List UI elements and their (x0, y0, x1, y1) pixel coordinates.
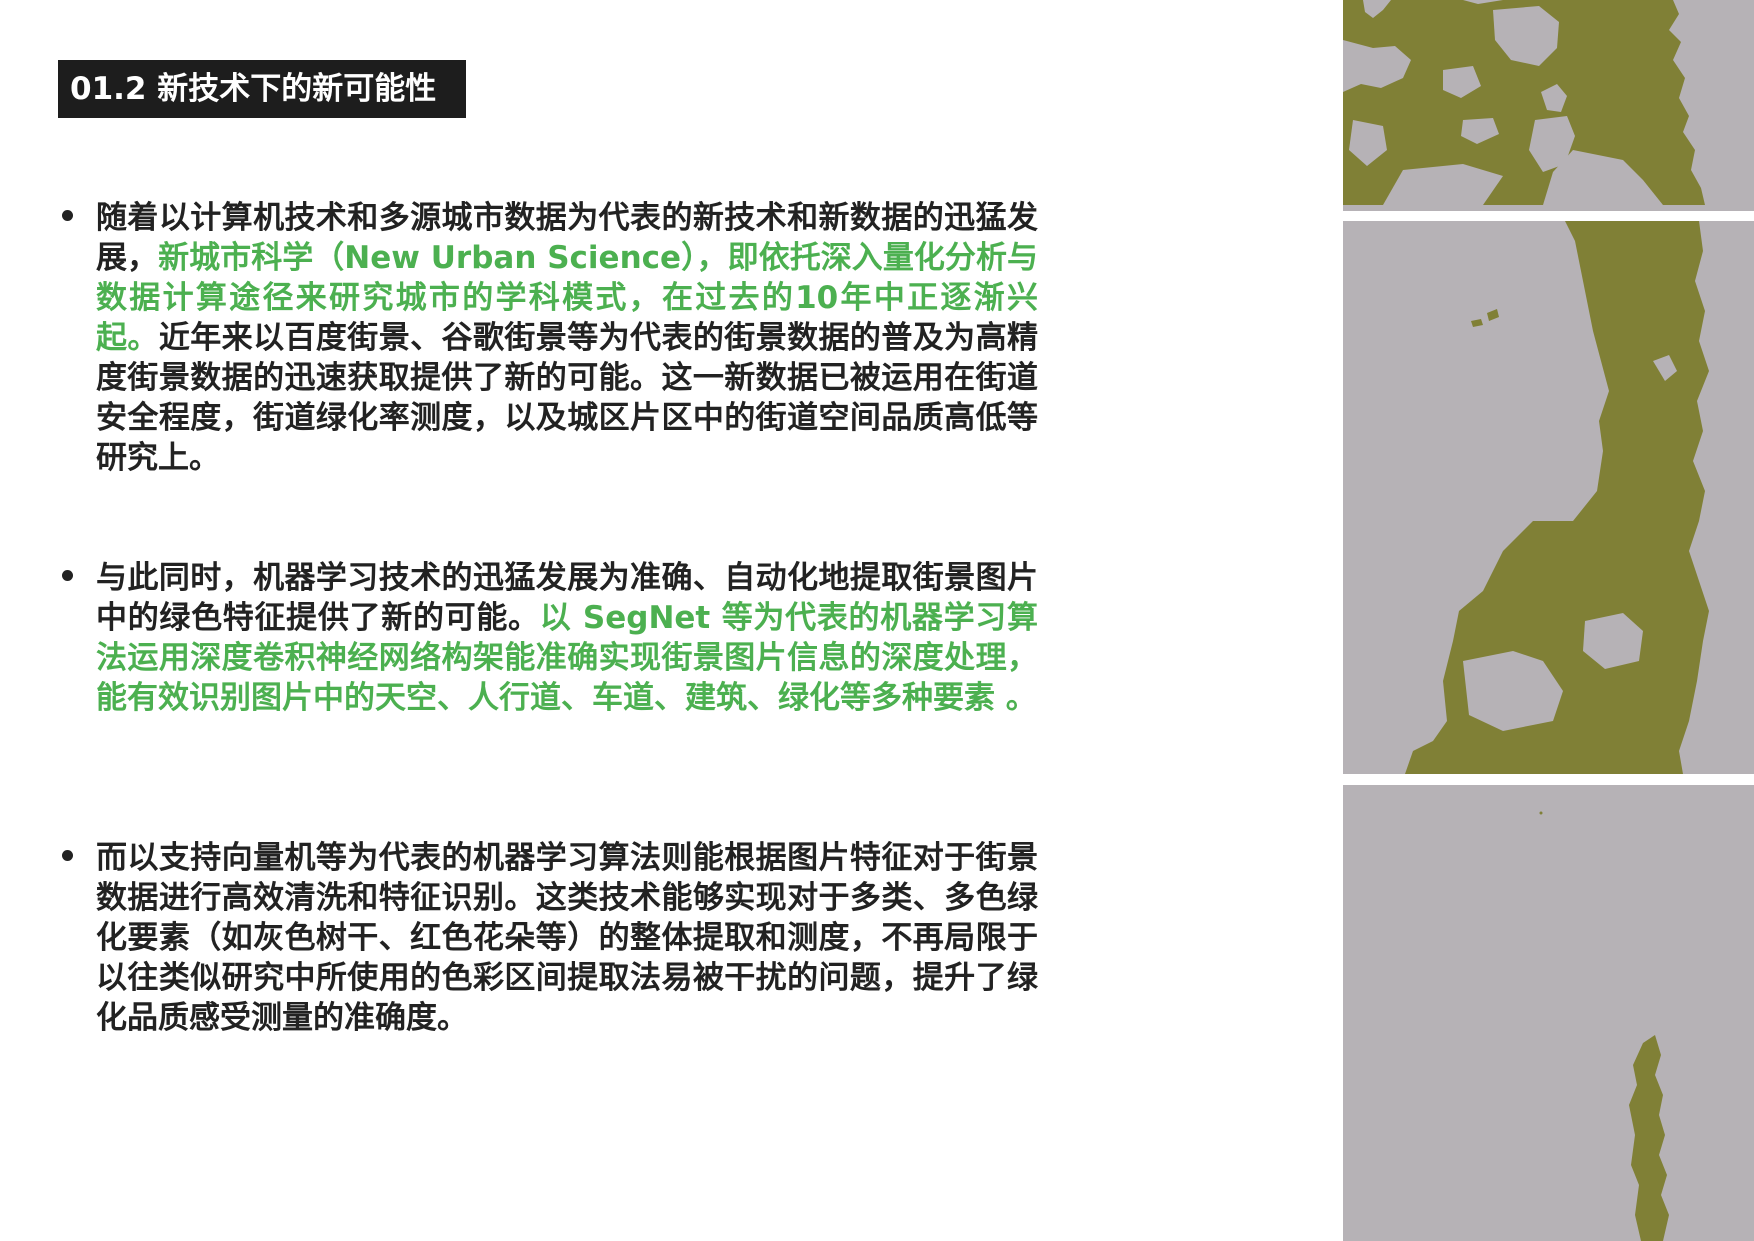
vegetation-mask-image (1539, 811, 1669, 1241)
bullet-text: 与此同时，机器学习技术的迅猛发展为准确、自动化地提取街景图片中的绿色特征提供了新… (96, 558, 1038, 718)
bullet-dot-icon (62, 850, 73, 861)
page-title: 01.2 新技术下的新可能性 (58, 60, 467, 118)
segmentation-image-top (1343, 0, 1754, 211)
segmentation-image-bottom (1343, 785, 1754, 1241)
segmentation-image-middle (1343, 221, 1754, 774)
bullet-item: 与此同时，机器学习技术的迅猛发展为准确、自动化地提取街景图片中的绿色特征提供了新… (58, 558, 1038, 718)
bullet-text: 而以支持向量机等为代表的机器学习算法则能根据图片特征对于街景数据进行高效清洗和特… (96, 838, 1038, 1038)
bullet-item: 随着以计算机技术和多源城市数据为代表的新技术和新数据的迅猛发展，新城市科学（Ne… (58, 198, 1038, 478)
bullet-text-plain: 而以支持向量机等为代表的机器学习算法则能根据图片特征对于街景数据进行高效清洗和特… (96, 840, 1038, 1036)
vegetation-mask-image (1343, 0, 1705, 205)
bullet-text-plain: 近年来以百度街景、谷歌街景等为代表的街景数据的普及为高精度街景数据的迅速获取提供… (96, 320, 1038, 476)
bullet-dot-icon (62, 210, 73, 221)
vegetation-mask-image (1405, 221, 1709, 774)
bullet-item: 而以支持向量机等为代表的机器学习算法则能根据图片特征对于街景数据进行高效清洗和特… (58, 838, 1038, 1038)
bullet-dot-icon (62, 570, 73, 581)
bullet-text: 随着以计算机技术和多源城市数据为代表的新技术和新数据的迅猛发展，新城市科学（Ne… (96, 198, 1038, 478)
segmentation-image-column (1343, 0, 1754, 1241)
